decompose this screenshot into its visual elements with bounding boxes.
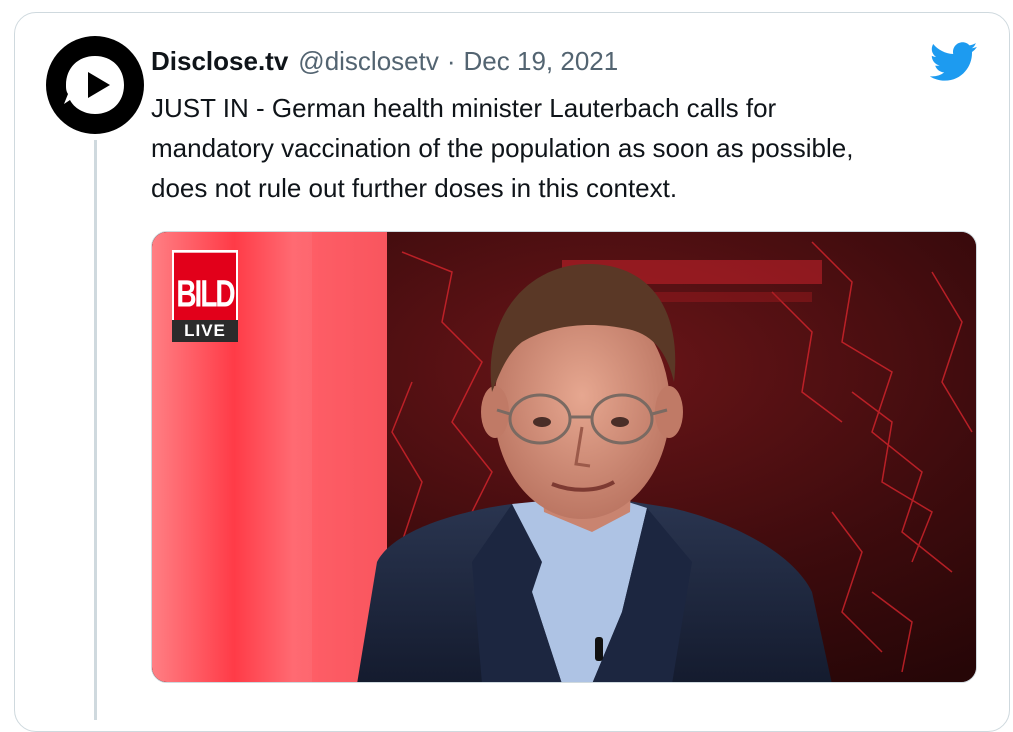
play-logo-icon — [64, 56, 124, 114]
tweet-text: JUST IN - German health minister Lauterb… — [151, 88, 951, 208]
tweet-text-line: mandatory vaccination of the population … — [151, 133, 854, 163]
thread-line — [94, 140, 97, 720]
video-still-image — [152, 232, 976, 682]
twitter-bird-icon[interactable] — [930, 42, 978, 82]
tweet-media-video[interactable]: BILD LIVE — [151, 231, 977, 683]
live-badge: LIVE — [172, 320, 238, 342]
tweet-text-line: JUST IN - German health minister Lauterb… — [151, 93, 777, 123]
header-separator: · — [446, 46, 456, 76]
author-display-name[interactable]: Disclose.tv — [151, 44, 288, 78]
bild-live-logo: BILD LIVE — [172, 250, 238, 342]
tweet-header: Disclose.tv @disclosetv · Dec 19, 2021 — [151, 44, 618, 78]
tweet-text-line: does not rule out further doses in this … — [151, 173, 678, 203]
tweet-date[interactable]: Dec 19, 2021 — [464, 44, 619, 78]
author-handle[interactable]: @disclosetv — [298, 44, 439, 78]
author-avatar[interactable] — [46, 36, 144, 134]
